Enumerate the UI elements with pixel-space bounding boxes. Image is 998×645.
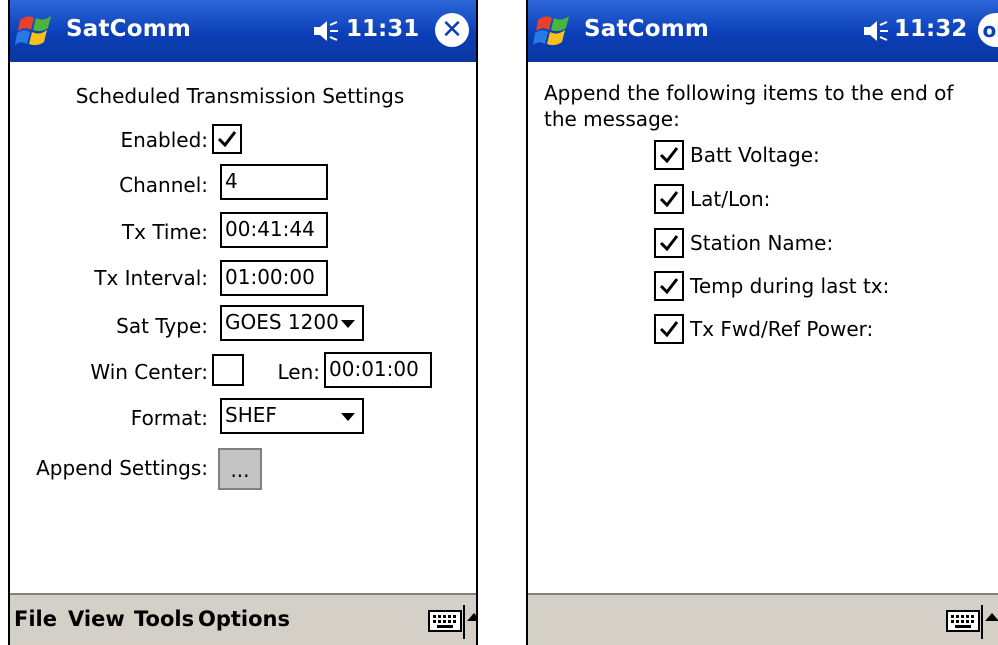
lat-lon-label: Lat/Lon: bbox=[690, 187, 771, 211]
app-title: SatComm bbox=[66, 16, 192, 42]
win-center-checkbox[interactable] bbox=[212, 354, 244, 386]
append-settings-label: Append Settings: bbox=[36, 456, 208, 480]
tx-time-field[interactable]: 00:41:44 bbox=[220, 212, 328, 248]
enabled-checkbox[interactable] bbox=[212, 124, 242, 154]
title-bar: SatComm 11:32 ok bbox=[528, 0, 998, 62]
close-icon[interactable]: ✕ bbox=[435, 13, 469, 47]
clock-time[interactable]: 11:32 bbox=[894, 16, 967, 42]
keyboard-icon[interactable] bbox=[428, 609, 462, 633]
checkmark-icon bbox=[217, 131, 237, 148]
menu-bar bbox=[528, 593, 998, 645]
batt-voltage-label: Batt Voltage: bbox=[690, 143, 820, 167]
append-settings-button[interactable]: ... bbox=[218, 448, 262, 490]
tx-time-label: Tx Time: bbox=[121, 220, 208, 244]
menu-view[interactable]: View bbox=[68, 607, 125, 631]
ok-icon[interactable]: ok bbox=[978, 13, 998, 47]
format-label: Format: bbox=[130, 406, 208, 430]
dropdown-arrow-icon bbox=[341, 320, 355, 328]
keyboard-icon[interactable] bbox=[946, 609, 980, 633]
station-name-label: Station Name: bbox=[690, 231, 834, 255]
tx-power-label: Tx Fwd/Ref Power: bbox=[690, 317, 874, 341]
menu-bar: File View Tools Options bbox=[10, 593, 476, 645]
checkmark-icon bbox=[659, 191, 679, 208]
checkmark-icon bbox=[659, 235, 679, 252]
title-bar: SatComm 11:31 ✕ bbox=[10, 0, 476, 62]
speaker-icon[interactable] bbox=[312, 18, 340, 44]
sat-type-dropdown[interactable]: GOES 1200 bbox=[220, 305, 364, 341]
checkmark-icon bbox=[659, 278, 679, 295]
channel-field[interactable]: 4 bbox=[220, 164, 328, 200]
len-field[interactable]: 00:01:00 bbox=[324, 352, 432, 388]
checkmark-icon bbox=[659, 147, 679, 164]
settings-screen: SatComm 11:31 ✕ Scheduled Transmission S… bbox=[8, 0, 478, 645]
format-dropdown[interactable]: SHEF bbox=[220, 398, 364, 434]
temp-last-tx-label: Temp during last tx: bbox=[690, 274, 890, 298]
windows-start-icon[interactable] bbox=[14, 10, 60, 52]
temp-last-tx-checkbox[interactable] bbox=[654, 271, 684, 301]
menu-tools[interactable]: Tools bbox=[134, 607, 194, 631]
win-center-label: Win Center: bbox=[90, 360, 208, 384]
page-title: Scheduled Transmission Settings bbox=[75, 84, 405, 108]
checkmark-icon bbox=[659, 321, 679, 338]
sat-type-value: GOES 1200 bbox=[225, 310, 339, 334]
format-value: SHEF bbox=[225, 403, 277, 427]
menu-separator bbox=[463, 605, 465, 639]
menu-options[interactable]: Options bbox=[198, 607, 290, 631]
clock-time[interactable]: 11:31 bbox=[346, 16, 419, 42]
tx-interval-field[interactable]: 01:00:00 bbox=[220, 260, 328, 296]
station-name-checkbox[interactable] bbox=[654, 228, 684, 258]
tx-power-checkbox[interactable] bbox=[654, 314, 684, 344]
speaker-icon[interactable] bbox=[862, 18, 890, 44]
tx-interval-label: Tx Interval: bbox=[94, 266, 208, 290]
windows-start-icon[interactable] bbox=[532, 10, 578, 52]
channel-label: Channel: bbox=[119, 173, 208, 197]
batt-voltage-checkbox[interactable] bbox=[654, 140, 684, 170]
append-instructions: Append the following items to the end of… bbox=[544, 81, 954, 131]
menu-file[interactable]: File bbox=[14, 607, 57, 631]
sat-type-label: Sat Type: bbox=[116, 314, 208, 338]
dropdown-arrow-icon bbox=[341, 413, 355, 421]
up-arrow-icon[interactable] bbox=[985, 613, 998, 621]
enabled-label: Enabled: bbox=[120, 128, 208, 152]
menu-separator bbox=[981, 605, 983, 639]
up-arrow-icon[interactable] bbox=[467, 613, 476, 621]
len-label: Len: bbox=[277, 360, 320, 384]
lat-lon-checkbox[interactable] bbox=[654, 184, 684, 214]
append-screen: SatComm 11:32 ok Append the following it… bbox=[526, 0, 998, 645]
app-title: SatComm bbox=[584, 16, 710, 42]
